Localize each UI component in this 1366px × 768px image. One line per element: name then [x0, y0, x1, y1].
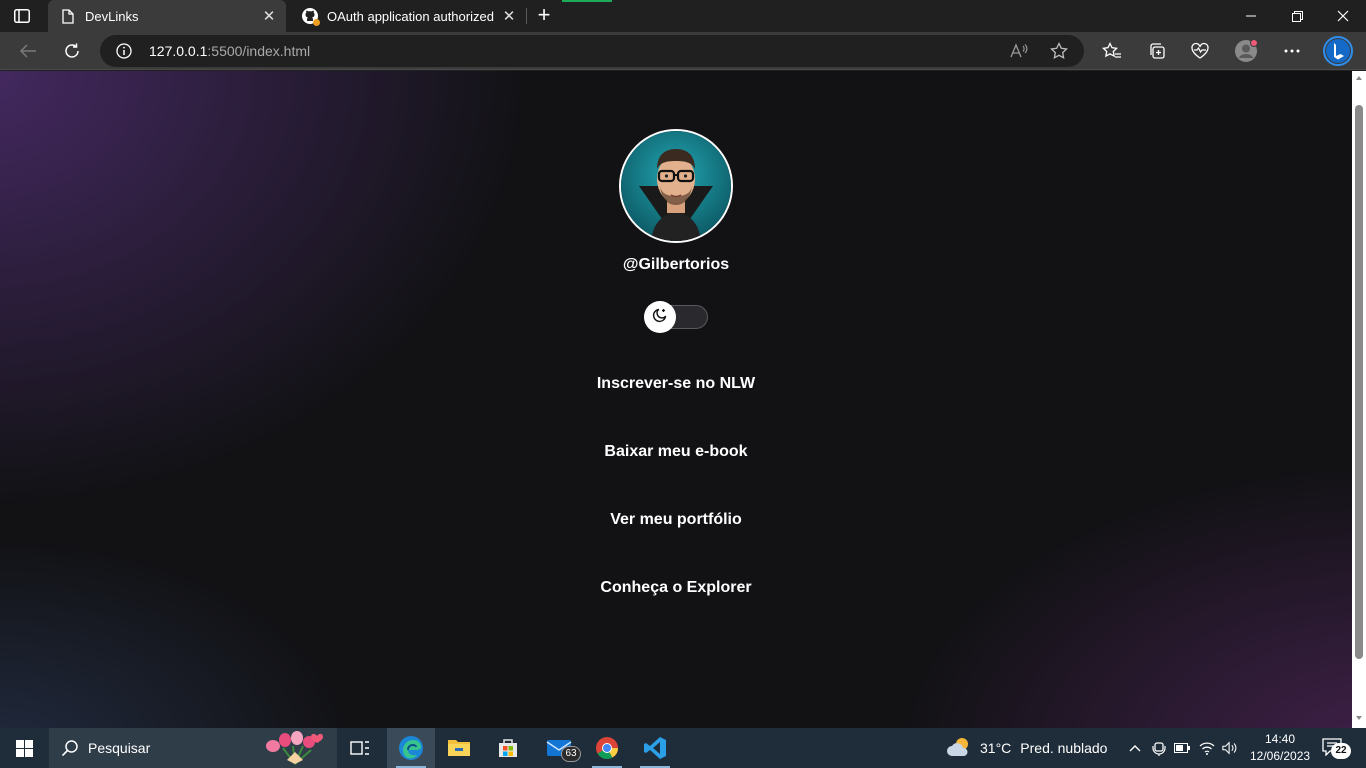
- new-tab-icon[interactable]: +: [533, 4, 555, 27]
- notification-center-icon[interactable]: 22: [1322, 738, 1351, 759]
- bing-copilot-icon[interactable]: [1322, 35, 1354, 67]
- url-text[interactable]: 127.0.0.1:5500/index.html: [149, 43, 310, 59]
- link-explorer[interactable]: Conheça o Explorer: [476, 563, 876, 613]
- theme-switch[interactable]: [644, 301, 708, 333]
- notification-count-badge: 22: [1331, 743, 1351, 759]
- mail-icon[interactable]: 63: [535, 728, 583, 768]
- taskbar-search[interactable]: Pesquisar: [49, 728, 337, 768]
- minimize-icon[interactable]: [1228, 0, 1274, 32]
- site-info-icon[interactable]: [116, 43, 132, 59]
- tab-separator: [526, 8, 527, 24]
- search-icon: [61, 739, 79, 757]
- scroll-down-arrow-icon[interactable]: [1356, 716, 1362, 720]
- github-icon: [302, 8, 320, 26]
- link-nlw[interactable]: Inscrever-se no NLW: [476, 359, 876, 409]
- mail-badge: 63: [561, 746, 581, 762]
- profile-avatar: [619, 129, 733, 243]
- task-view-icon[interactable]: [336, 728, 384, 768]
- windows-taskbar: Pesquisar 63 31°C Pred. nublado 14:40 12…: [0, 728, 1366, 768]
- address-bar[interactable]: 127.0.0.1:5500/index.html: [100, 35, 1084, 67]
- weather-temperature: 31°C: [980, 740, 1012, 756]
- clock-time: 14:40: [1264, 732, 1296, 746]
- scroll-up-arrow-icon[interactable]: [1356, 76, 1362, 80]
- collections-icon[interactable]: [1143, 37, 1171, 65]
- close-tab-icon[interactable]: ✕: [258, 5, 280, 27]
- favorite-star-icon[interactable]: [1049, 41, 1069, 61]
- username: @Gilbertorios: [622, 256, 730, 273]
- browser-toolbar: 127.0.0.1:5500/index.html: [0, 32, 1366, 70]
- tab-strip: DevLinks ✕ OAuth application authorized …: [0, 0, 1366, 32]
- page-scrollbar[interactable]: [1352, 71, 1366, 728]
- favorites-icon[interactable]: [1098, 37, 1126, 65]
- url-path: :5500/index.html: [207, 43, 311, 59]
- restore-icon[interactable]: [1274, 0, 1320, 32]
- back-icon[interactable]: [14, 37, 42, 65]
- link-portfolio[interactable]: Ver meu portfólio: [476, 495, 876, 545]
- activity-dot: [313, 19, 320, 26]
- more-options-icon[interactable]: [1278, 37, 1306, 65]
- flowers-bouquet-icon: [259, 730, 331, 766]
- battery-icon[interactable]: [1174, 740, 1190, 756]
- system-clock[interactable]: 14:40 12/06/2023: [1250, 731, 1310, 765]
- tab-actions-icon[interactable]: [12, 7, 32, 25]
- tab-devlinks[interactable]: DevLinks ✕: [48, 0, 286, 32]
- volume-icon[interactable]: [1222, 740, 1238, 756]
- tab-strip-indicator: [562, 0, 612, 2]
- file-explorer-icon[interactable]: [435, 728, 483, 768]
- page-icon: [60, 8, 76, 24]
- performance-icon[interactable]: [1186, 37, 1214, 65]
- tab-title: DevLinks: [85, 8, 139, 24]
- vscode-icon[interactable]: [631, 728, 679, 768]
- scroll-thumb[interactable]: [1355, 105, 1363, 659]
- microsoft-store-icon[interactable]: [484, 728, 532, 768]
- edge-taskbar-icon[interactable]: [387, 728, 435, 768]
- theme-switch-knob[interactable]: [644, 301, 676, 333]
- tab-title: OAuth application authorized: [327, 8, 494, 24]
- search-placeholder: Pesquisar: [88, 740, 151, 756]
- windows-start-icon[interactable]: [16, 740, 33, 757]
- url-host: 127.0.0.1: [149, 43, 208, 59]
- refresh-icon[interactable]: [58, 37, 86, 65]
- close-window-icon[interactable]: [1320, 0, 1366, 32]
- tab-oauth[interactable]: OAuth application authorized ✕: [290, 0, 526, 32]
- close-tab-icon[interactable]: ✕: [498, 5, 520, 27]
- read-aloud-icon[interactable]: [1009, 41, 1029, 61]
- weather-widget[interactable]: 31°C Pred. nublado: [946, 728, 1107, 768]
- show-hidden-icons-chevron-icon[interactable]: [1127, 740, 1143, 756]
- wifi-icon[interactable]: [1199, 740, 1215, 756]
- link-ebook[interactable]: Baixar meu e-book: [476, 427, 876, 477]
- partly-cloudy-icon: [946, 736, 972, 761]
- meet-now-icon[interactable]: [1151, 740, 1167, 756]
- profile-avatar-icon[interactable]: [1232, 37, 1260, 65]
- chrome-icon[interactable]: [583, 728, 631, 768]
- weather-description: Pred. nublado: [1020, 740, 1108, 756]
- devlinks-page: @Gilbertorios Inscrever-se no NLW Baixar…: [0, 71, 1352, 728]
- moon-icon: [652, 307, 668, 328]
- clock-date: 12/06/2023: [1250, 749, 1311, 763]
